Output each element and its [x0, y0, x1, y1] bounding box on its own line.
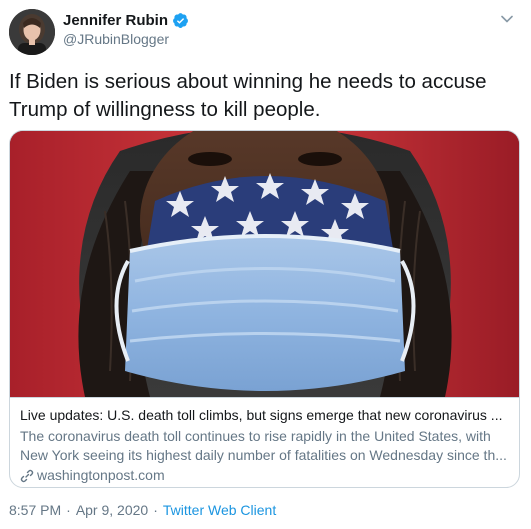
author-name-row[interactable]: Jennifer Rubin: [63, 12, 189, 29]
author-display-name[interactable]: Jennifer Rubin: [63, 12, 168, 29]
card-description-line: The coronavirus death toll continues to …: [20, 428, 491, 444]
author-handle[interactable]: @JRubinBlogger: [63, 31, 169, 47]
meta-separator: ·: [153, 502, 158, 518]
card-body[interactable]: Live updates: U.S. death toll climbs, bu…: [10, 397, 519, 487]
card-title[interactable]: Live updates: U.S. death toll climbs, bu…: [20, 406, 509, 425]
link-card[interactable]: Live updates: U.S. death toll climbs, bu…: [9, 130, 520, 488]
meta-separator: ·: [66, 502, 71, 518]
avatar[interactable]: [9, 9, 55, 55]
tweet-text: If Biden is serious about winning he nee…: [9, 68, 519, 124]
tweet: Jennifer Rubin @JRubinBlogger If Biden i…: [0, 0, 531, 529]
tweet-text-line: Trump of willingness to kill people.: [9, 98, 321, 121]
tweet-client-link[interactable]: Twitter Web Client: [163, 502, 276, 518]
card-image[interactable]: [10, 131, 519, 397]
tweet-date[interactable]: Apr 9, 2020: [76, 502, 148, 518]
link-icon: [20, 469, 34, 483]
tweet-time[interactable]: 8:57 PM: [9, 502, 61, 518]
card-domain-row[interactable]: washingtonpost.com: [20, 466, 509, 485]
chevron-down-icon[interactable]: [499, 11, 515, 27]
card-description-line: New York seeing its highest daily number…: [20, 447, 507, 463]
verified-badge-icon: [172, 12, 189, 29]
card-domain[interactable]: washingtonpost.com: [37, 466, 165, 485]
tweet-text-line: If Biden is serious about winning he nee…: [9, 70, 487, 93]
card-description: The coronavirus death toll continues to …: [20, 427, 509, 465]
tweet-meta: 8:57 PM · Apr 9, 2020 · Twitter Web Clie…: [9, 502, 276, 518]
